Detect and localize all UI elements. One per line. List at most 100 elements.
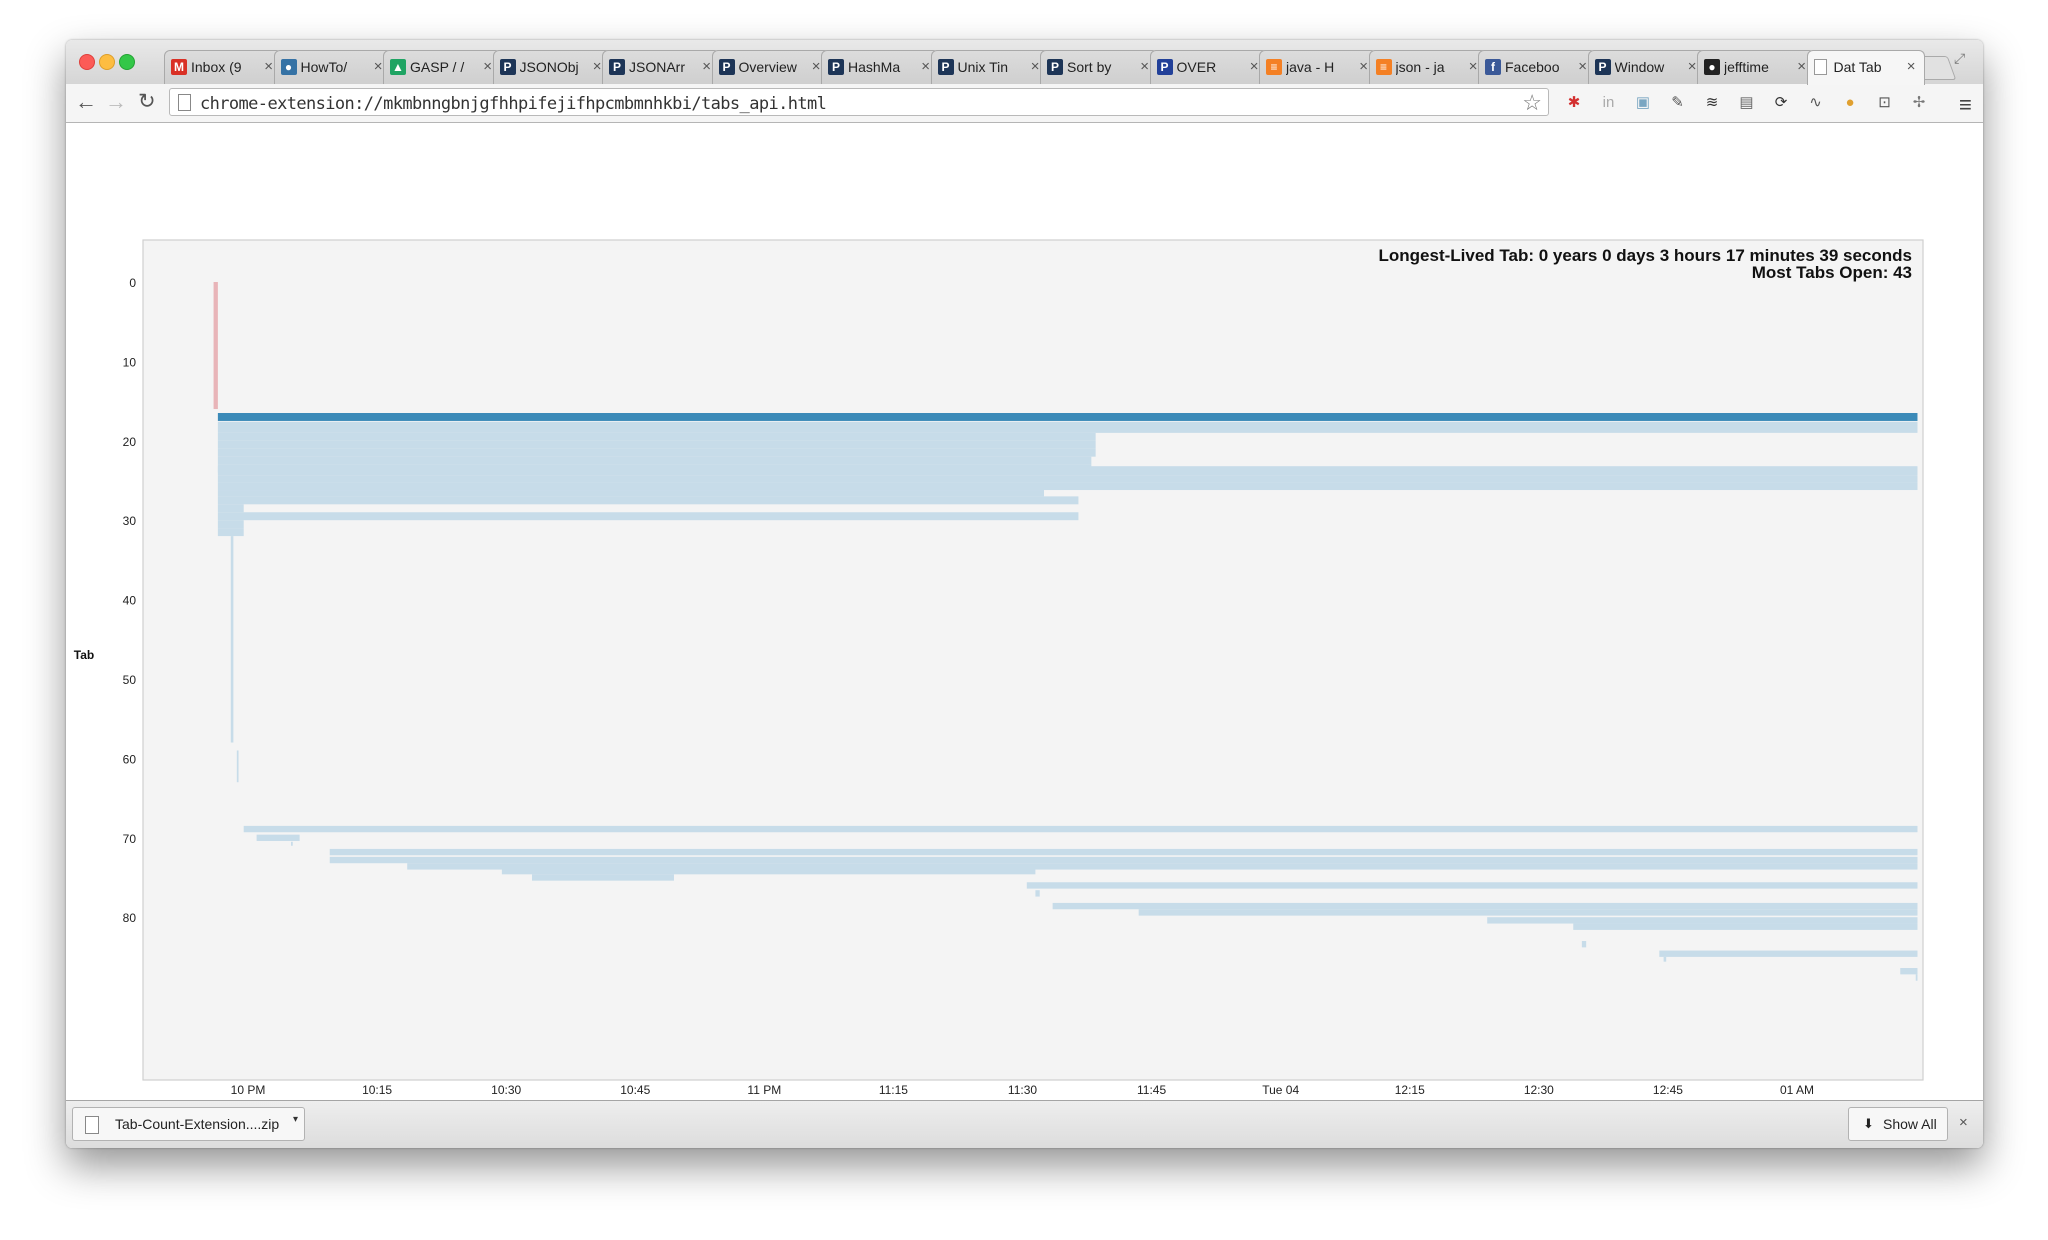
tab-close-icon[interactable]: × bbox=[1907, 58, 1916, 75]
tab-close-icon[interactable]: × bbox=[593, 58, 602, 75]
x-tick-label: 11:45 bbox=[1137, 1083, 1166, 1097]
address-bar[interactable]: chrome-extension://mkmbnngbnjgfhhpifejif… bbox=[169, 88, 1549, 116]
page-icon bbox=[1813, 59, 1827, 75]
tab-close-icon[interactable]: × bbox=[1359, 58, 1368, 75]
back-button[interactable]: ← bbox=[75, 90, 97, 114]
tab-close-icon[interactable]: × bbox=[1140, 58, 1149, 75]
browser-tab[interactable]: f Faceboo × bbox=[1478, 50, 1596, 84]
window-close-button[interactable] bbox=[79, 54, 95, 70]
tab-close-icon[interactable]: × bbox=[1469, 58, 1478, 75]
url-text[interactable]: chrome-extension://mkmbnngbnjgfhhpifejif… bbox=[200, 94, 827, 114]
tab-lifetime-bar bbox=[217, 440, 1096, 449]
tab-lifetime-bar bbox=[217, 466, 1918, 476]
window-zoom-button[interactable] bbox=[119, 54, 135, 70]
tab-close-icon[interactable]: × bbox=[1031, 58, 1040, 75]
tab-title: JSONArr bbox=[629, 59, 685, 75]
pandora-icon: P bbox=[1156, 59, 1173, 75]
tab-title: jefftime bbox=[1724, 59, 1769, 75]
browser-tab[interactable]: ≡ json - ja × bbox=[1368, 50, 1487, 84]
download-bar: Tab-Count-Extension....zip ▾ ⬇ Show All … bbox=[66, 1100, 1983, 1148]
tab-title: Unix Tin bbox=[957, 59, 1009, 75]
show-all-button[interactable]: ⬇ Show All bbox=[1848, 1107, 1948, 1141]
tab-close-icon[interactable]: × bbox=[1250, 58, 1259, 75]
tab-close-icon[interactable]: × bbox=[921, 58, 930, 75]
tab-lifetime-bar bbox=[1900, 968, 1918, 975]
download-item[interactable]: Tab-Count-Extension....zip ▾ bbox=[72, 1107, 305, 1141]
forward-button[interactable]: → bbox=[105, 90, 127, 114]
browser-tab[interactable]: P Window × bbox=[1587, 50, 1706, 84]
x-tick-label: 10:45 bbox=[620, 1083, 650, 1097]
window-minimize-button[interactable] bbox=[99, 54, 115, 70]
x-tick-label: 12:15 bbox=[1395, 1083, 1425, 1097]
activity-extension-icon[interactable]: ∿ bbox=[1806, 93, 1826, 113]
tab-close-icon[interactable]: × bbox=[374, 58, 383, 75]
tab-close-icon[interactable]: × bbox=[702, 58, 711, 75]
browser-tab[interactable]: ● HowTo/ × bbox=[273, 50, 392, 84]
p-icon: P bbox=[609, 59, 625, 75]
tab-lifetime-bar bbox=[217, 520, 244, 529]
tab-lifetime-bar bbox=[217, 432, 1096, 441]
tab-lifetime-bar bbox=[1581, 941, 1587, 948]
tab-close-icon[interactable]: × bbox=[264, 58, 273, 75]
y-tick-label: 20 bbox=[123, 435, 137, 449]
browser-tab[interactable]: ● jefftime × bbox=[1697, 50, 1815, 84]
github-icon: ● bbox=[1704, 59, 1720, 75]
browser-tab[interactable]: P Unix Tin × bbox=[930, 50, 1049, 84]
browser-tab[interactable]: P Overview × bbox=[711, 50, 830, 84]
tab-lifetime-bar bbox=[217, 482, 1918, 491]
y-tick-label: 40 bbox=[123, 594, 137, 608]
browser-tab[interactable]: P HashMa × bbox=[821, 50, 939, 84]
tab-lifetime-bar bbox=[1035, 890, 1040, 897]
linkedin-extension-icon[interactable]: in bbox=[1599, 93, 1619, 113]
chrome-menu-icon[interactable]: ≡ bbox=[1959, 92, 1972, 118]
p-icon: P bbox=[828, 59, 844, 75]
p-icon: P bbox=[1594, 59, 1611, 75]
gmail-icon: M bbox=[171, 59, 187, 75]
tab-lifetime-bar bbox=[213, 282, 218, 410]
browser-tab[interactable]: M Inbox (9 × bbox=[164, 50, 282, 84]
window-extension-icon[interactable]: ▤ bbox=[1737, 93, 1757, 113]
browser-tab[interactable]: P JSONObj × bbox=[492, 50, 611, 84]
tab-lifetime-bar bbox=[243, 825, 1918, 833]
tab-lifetime-bar bbox=[1573, 923, 1918, 930]
tab-close-icon[interactable]: × bbox=[1578, 58, 1587, 75]
browser-tab[interactable]: ▲ GASP / / × bbox=[383, 50, 501, 84]
tab-lifetime-bar bbox=[217, 475, 1918, 483]
y-tick-label: 0 bbox=[129, 276, 136, 290]
x-tick-label: Tue 04 bbox=[1262, 1083, 1299, 1097]
download-menu-chevron-icon[interactable]: ▾ bbox=[293, 1114, 298, 1125]
browser-tab[interactable]: Dat Tab × bbox=[1806, 50, 1925, 85]
tab-close-icon[interactable]: × bbox=[483, 58, 492, 75]
tab-title: Window bbox=[1614, 59, 1665, 75]
puzzle-extension-icon[interactable]: ✢ bbox=[1909, 93, 1929, 113]
tab-lifetime-bar bbox=[1915, 974, 1918, 981]
buffer-extension-icon[interactable]: ≋ bbox=[1702, 93, 1722, 113]
tab-lifetime-bar bbox=[217, 504, 244, 513]
lastpass-extension-icon[interactable]: ✱ bbox=[1564, 93, 1584, 113]
browser-tab[interactable]: P Sort by × bbox=[1040, 50, 1158, 84]
tab-close-icon[interactable]: × bbox=[1688, 58, 1697, 75]
fullscreen-icon[interactable]: ⤢ bbox=[1954, 50, 1965, 67]
reload-button[interactable]: ↻ bbox=[138, 90, 156, 114]
browser-tab[interactable]: P JSONArr × bbox=[602, 50, 720, 84]
chart-stat-text: Most Tabs Open: 43 bbox=[1752, 263, 1912, 282]
y-tick-label: 30 bbox=[123, 514, 137, 528]
tab-lifetime-bar bbox=[501, 867, 1036, 875]
cookie-extension-icon[interactable]: ● bbox=[1840, 93, 1860, 113]
show-all-label: Show All bbox=[1883, 1116, 1937, 1132]
bookmark-star-icon[interactable]: ☆ bbox=[1522, 90, 1542, 116]
browser-tab[interactable]: P OVER × bbox=[1149, 50, 1268, 84]
screenshot-extension-icon[interactable]: ▣ bbox=[1633, 93, 1653, 113]
tab-lifetime-bar bbox=[217, 456, 1092, 465]
cast-extension-icon[interactable]: ⊡ bbox=[1875, 93, 1895, 113]
google-drive-icon: ▲ bbox=[390, 59, 406, 75]
download-filename: Tab-Count-Extension....zip bbox=[115, 1116, 280, 1132]
sync-extension-icon[interactable]: ⟳ bbox=[1771, 93, 1791, 113]
tab-close-icon[interactable]: × bbox=[812, 58, 821, 75]
tab-close-icon[interactable]: × bbox=[1797, 58, 1806, 75]
tab-lifetime-bar bbox=[217, 413, 1918, 421]
eyedropper-extension-icon[interactable]: ✎ bbox=[1668, 93, 1688, 113]
close-download-bar-icon[interactable]: × bbox=[1959, 1114, 1968, 1131]
tab-lifetime-bar bbox=[1663, 956, 1667, 962]
browser-tab[interactable]: ≡ java - H × bbox=[1259, 50, 1377, 84]
